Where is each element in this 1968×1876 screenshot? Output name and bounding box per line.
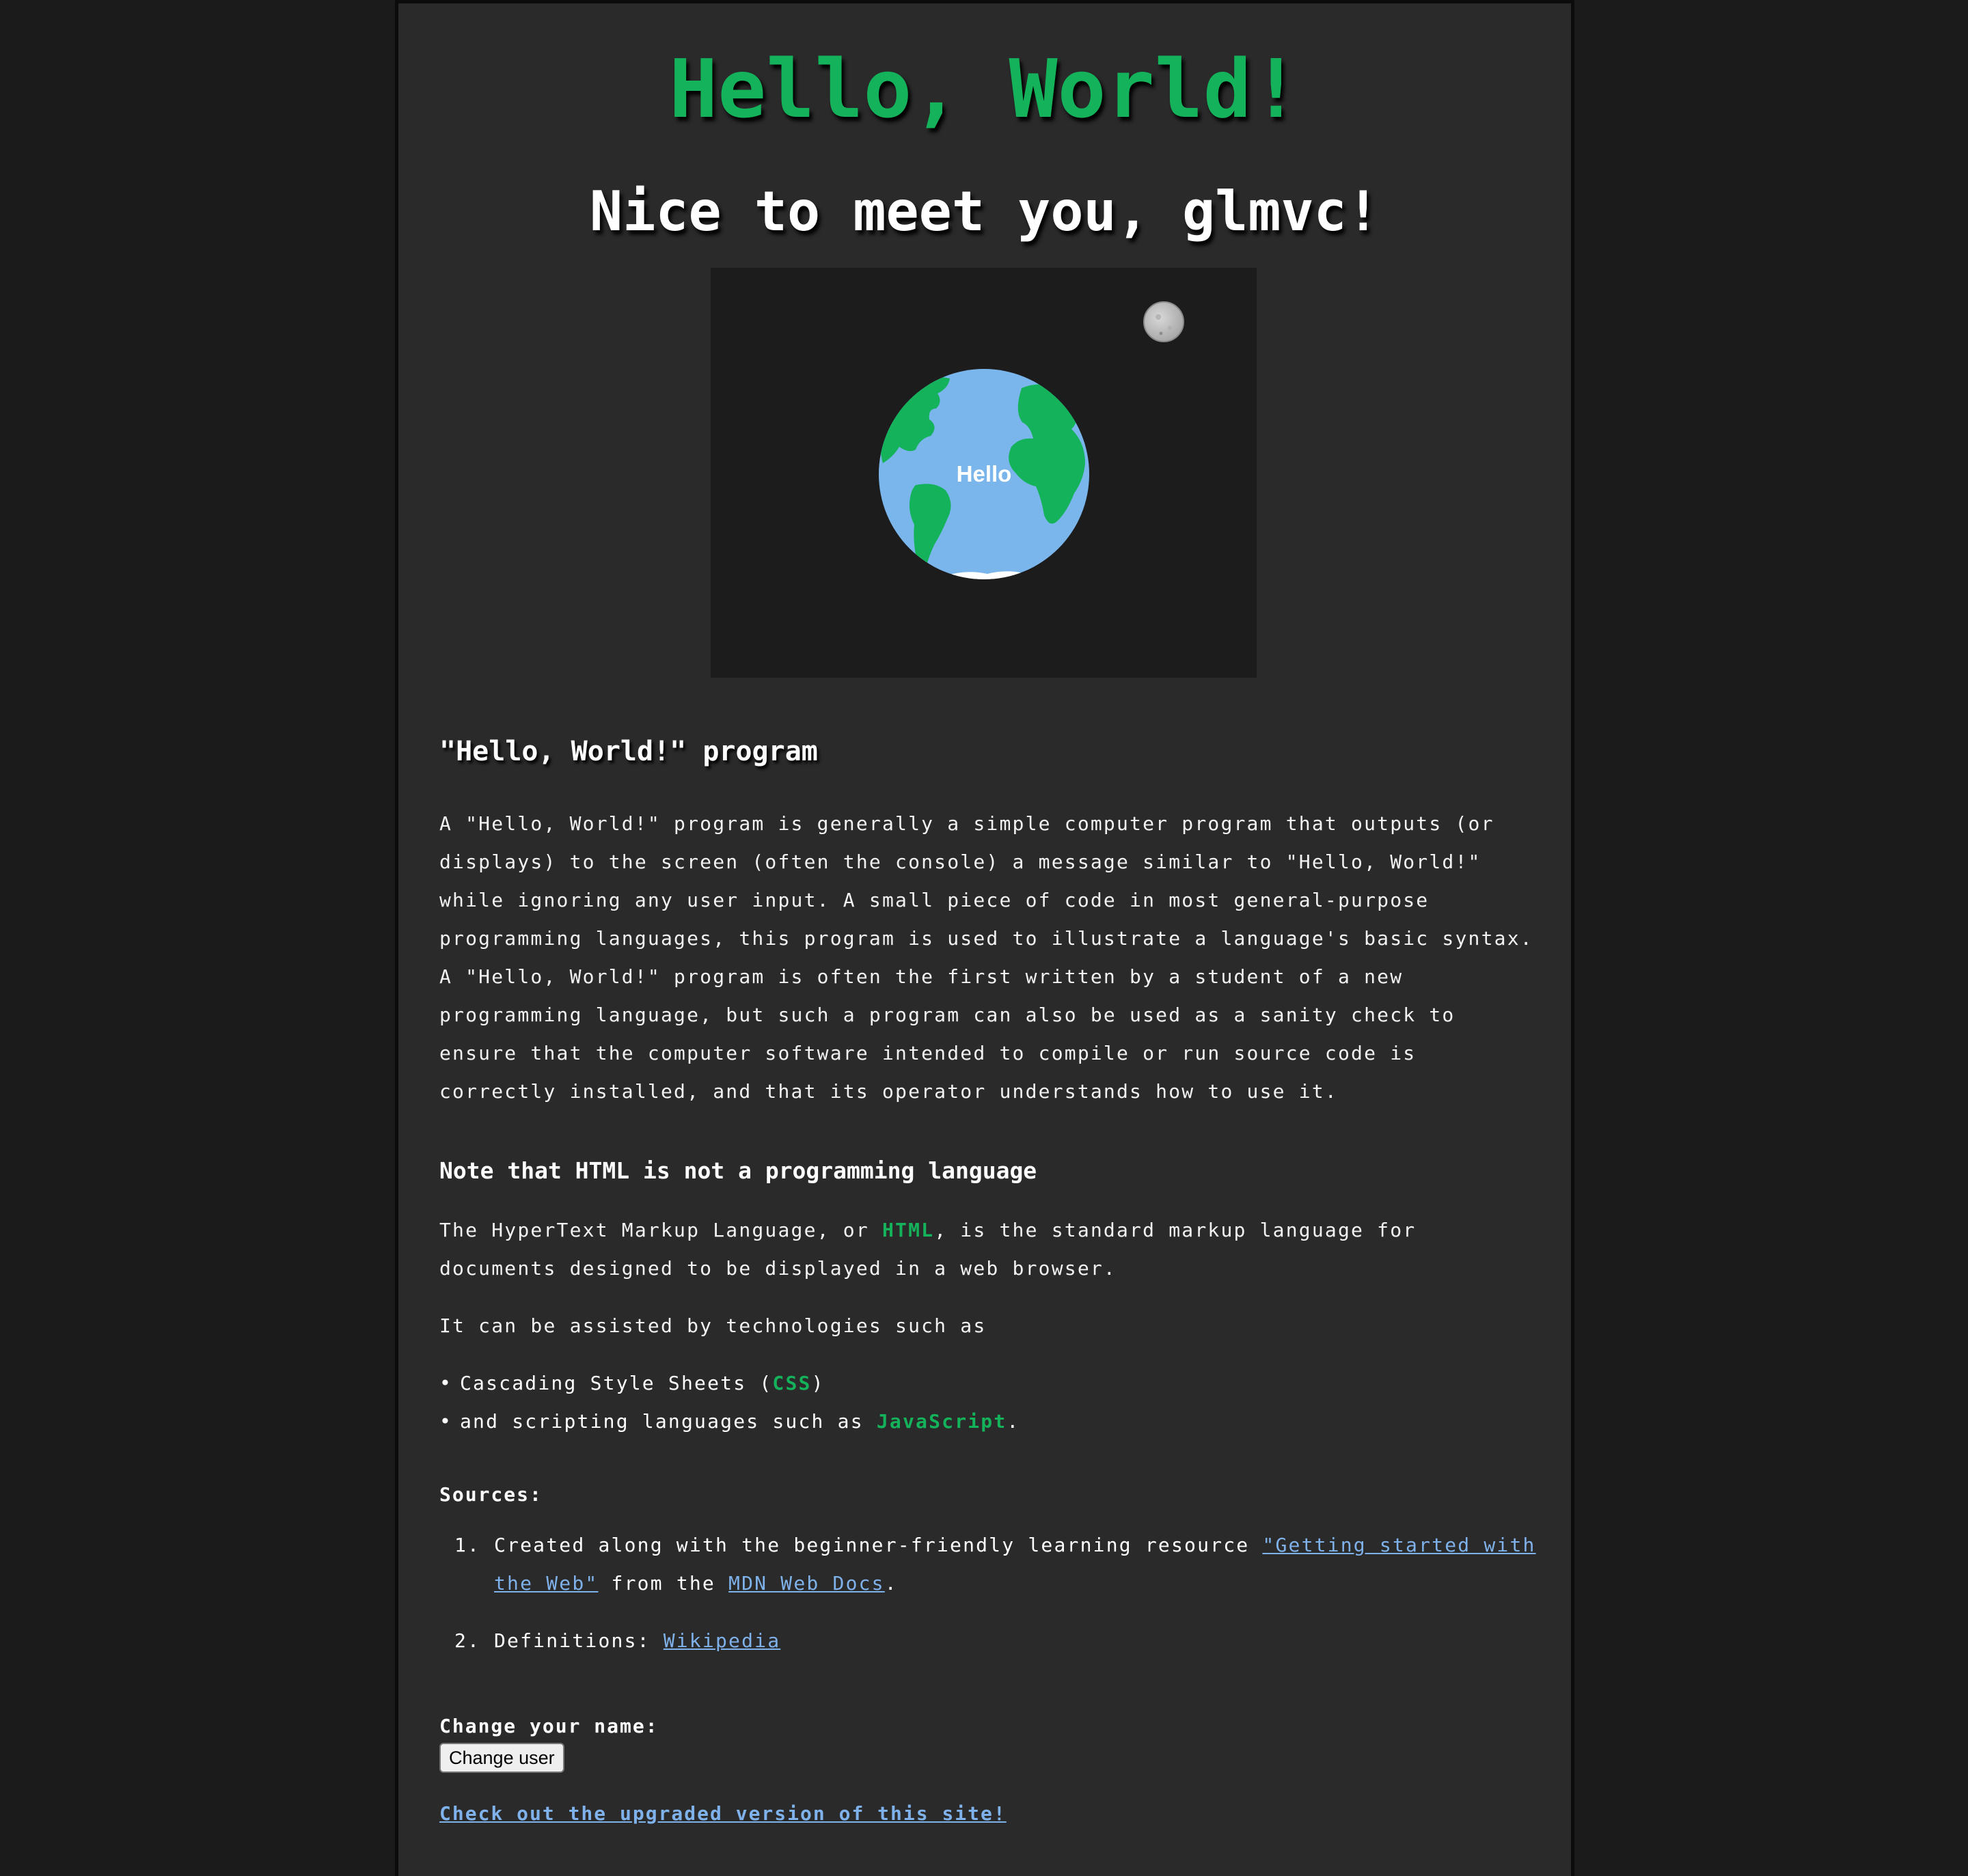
article-body: A "Hello, World!" program is generally a… (439, 805, 1540, 1111)
greeting-heading: Nice to meet you, glmvc! (590, 180, 1380, 243)
sources-label: Sources: (439, 1483, 543, 1506)
list-item: 2. Definitions: Wikipedia (439, 1622, 1540, 1660)
bullet-icon: • (439, 1372, 453, 1394)
wikipedia-link[interactable]: Wikipedia (664, 1629, 781, 1652)
source-text-middle: from the (598, 1572, 729, 1595)
bullet-icon: • (439, 1410, 453, 1433)
sources-list: 1. Created along with the beginner-friend… (439, 1526, 1540, 1660)
list-number: 2. (454, 1629, 481, 1652)
page-title: Hello, World! (669, 42, 1300, 136)
earth-scene: Hello (711, 268, 1257, 678)
change-user-button[interactable]: Change user (439, 1743, 564, 1773)
html-text-before: The HyperText Markup Language, or (439, 1219, 882, 1241)
article-heading: "Hello, World!" program (439, 736, 818, 767)
source-text: Created along with the beginner-friendly… (494, 1534, 1263, 1556)
article-section: "Hello, World!" program (439, 732, 1540, 771)
list-item: 1. Created along with the beginner-friend… (439, 1526, 1540, 1603)
list-item: • and scripting languages such as JavaScr… (439, 1403, 1540, 1441)
globe-label: Hello (957, 461, 1012, 486)
list-number: 1. (454, 1534, 481, 1556)
bullet-text: Cascading Style Sheets ( (460, 1372, 773, 1394)
source-text: Definitions: (494, 1629, 664, 1652)
source-text-after: . (884, 1572, 898, 1595)
article-paragraph: A "Hello, World!" program is generally a… (439, 812, 1533, 1103)
upgraded-site-link[interactable]: Check out the upgraded version of this s… (439, 1802, 1007, 1825)
javascript-term: JavaScript (876, 1410, 1007, 1433)
assisted-paragraph: It can be assisted by technologies such … (439, 1314, 987, 1337)
change-name-label: Change your name: (439, 1715, 659, 1737)
css-term: CSS (772, 1372, 812, 1394)
bullet-text-after: ) (811, 1372, 825, 1394)
html-term: HTML (882, 1219, 935, 1241)
change-name-section: Change your name: Change user (439, 1713, 1540, 1773)
sources-section: Sources: 1. Created along with the beginn… (439, 1481, 1540, 1660)
note-body: The HyperText Markup Language, or HTML, … (439, 1211, 1540, 1441)
html-paragraph: The HyperText Markup Language, or HTML, … (439, 1211, 1540, 1288)
moon-icon (1143, 301, 1184, 342)
mdn-web-docs-link[interactable]: MDN Web Docs (728, 1572, 885, 1595)
list-item: • Cascading Style Sheets (CSS) (439, 1364, 1540, 1403)
footer-section: Check out the upgraded version of this s… (439, 1799, 1540, 1829)
bullet-text-after: . (1007, 1410, 1020, 1433)
note-section: Note that HTML is not a programming lang… (439, 1155, 1540, 1187)
earth-scene-svg: Hello (879, 301, 1184, 579)
bullet-text: and scripting languages such as (460, 1410, 877, 1433)
note-heading: Note that HTML is not a programming lang… (439, 1157, 1037, 1184)
tech-list: • Cascading Style Sheets (CSS) • and scrip… (439, 1364, 1540, 1441)
main-panel: Hello, World! Nice to meet you, glmvc! H… (395, 0, 1574, 1876)
